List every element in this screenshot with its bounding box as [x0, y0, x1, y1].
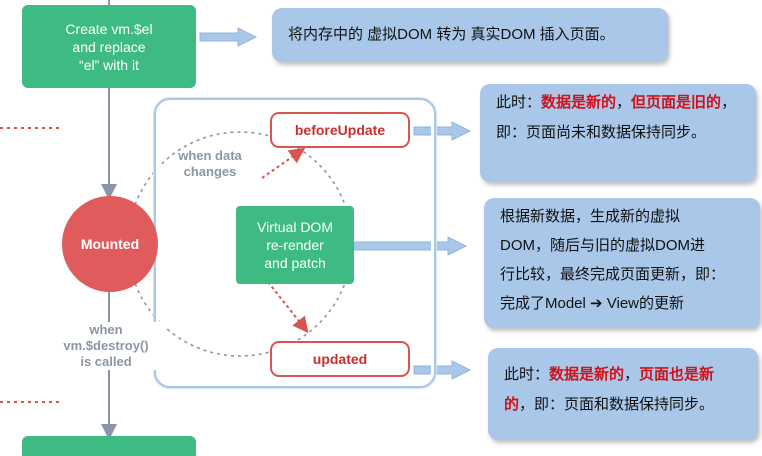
note-before-prefix: 此时： — [496, 94, 542, 111]
note-virtual-dom: 根据新数据，生成新的虚拟 DOM，随后与旧的虚拟DOM进 行比较，最终完成页面更… — [484, 198, 760, 328]
note-vdom-line3: 行比较，最终完成页面更新，即： — [500, 266, 726, 283]
updated-hook: updated — [270, 341, 410, 377]
vdom-line1: Virtual DOM — [257, 219, 333, 235]
before-update-label: beforeUpdate — [294, 122, 386, 138]
note-updated: 此时：数据是新的，页面也是新的，即：页面和数据保持同步。 — [488, 348, 758, 440]
note-mounted: 将内存中的 虚拟DOM 转为 真实DOM 插入页面。 — [272, 8, 668, 62]
when-data-line1: when data — [178, 148, 242, 163]
before-update-hook: beforeUpdate — [270, 112, 410, 148]
create-el-line2: and replace — [72, 38, 146, 55]
note-vdom-line1: 根据新数据，生成新的虚拟 — [500, 208, 681, 225]
mounted-circle: Mounted — [62, 196, 158, 292]
vdom-line3: and patch — [264, 255, 326, 271]
note-before-comma: ， — [616, 94, 632, 111]
create-el-line1: Create vm.$el — [65, 20, 153, 37]
note-updated-comma: ， — [624, 366, 640, 383]
when-destroy-line3: is called — [80, 354, 132, 369]
when-destroy-label: when vm.$destroy() is called — [46, 322, 166, 370]
when-data-line2: changes — [183, 164, 237, 179]
create-el-box: Create vm.$el and replace “el” with it — [22, 5, 196, 88]
note-vdom-line2: DOM，随后与旧的虚拟DOM进 — [500, 237, 705, 254]
note-updated-suffix: ，即：页面和数据保持同步。 — [519, 396, 715, 413]
next-stage-box — [22, 436, 196, 456]
note-before-update: 此时：数据是新的，但页面是旧的，即：页面尚未和数据保持同步。 — [480, 84, 756, 182]
note-updated-red1: 数据是新的 — [549, 366, 625, 383]
vdom-line2: re-render — [266, 237, 324, 253]
when-destroy-line1: when — [89, 322, 123, 337]
updated-label: updated — [312, 351, 368, 367]
when-data-changes-label: when data changes — [160, 148, 260, 180]
note-before-red1: 数据是新的 — [541, 94, 617, 111]
note-before-red2: 但页面是旧的 — [631, 94, 722, 111]
create-el-line3: “el” with it — [79, 56, 139, 73]
when-destroy-line2: vm.$destroy() — [63, 338, 149, 353]
note-mounted-text: 将内存中的 虚拟DOM 转为 真实DOM 插入页面。 — [288, 26, 615, 43]
note-updated-prefix: 此时： — [504, 366, 550, 383]
note-vdom-line4: 完成了Model ➔ View的更新 — [500, 295, 684, 312]
virtual-dom-box: Virtual DOM re-render and patch — [236, 206, 354, 284]
mounted-label: Mounted — [80, 236, 140, 252]
